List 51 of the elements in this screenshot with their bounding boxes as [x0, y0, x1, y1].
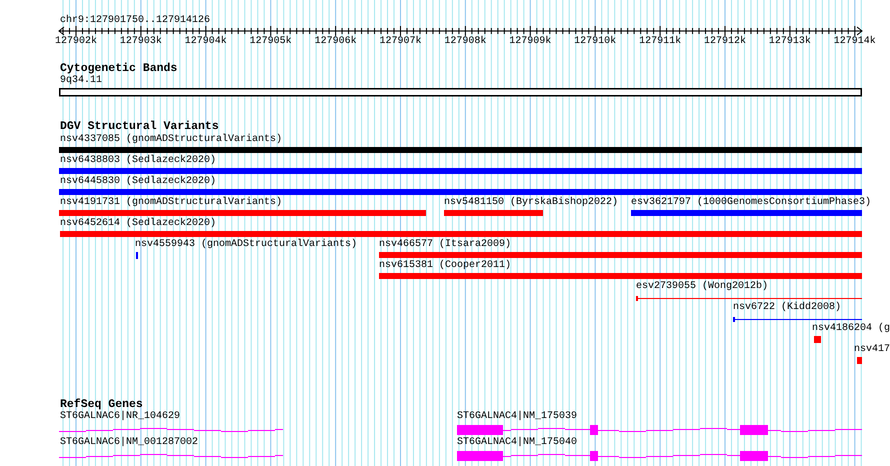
variant-bar[interactable] — [59, 147, 862, 153]
variant-bar[interactable] — [59, 210, 426, 216]
ruler-label: 127910k — [574, 36, 616, 48]
variant-marker[interactable] — [857, 357, 862, 364]
variant-label: nsv6452614 (Sedlazeck2020) — [60, 218, 216, 230]
variant-marker[interactable] — [814, 336, 821, 343]
gene-model-drawing[interactable] — [59, 454, 283, 458]
variant-label: esv3621797 (1000GenomesConsortiumPhase3) — [631, 197, 872, 209]
gene-label: ST6GALNAC4|NM_175039 — [457, 411, 578, 423]
ruler-label: 127906k — [314, 36, 357, 48]
variant-bar[interactable] — [379, 252, 862, 258]
variant-bar[interactable] — [444, 210, 543, 216]
ruler-label: 127905k — [250, 36, 292, 48]
variant-bar[interactable] — [59, 189, 862, 195]
ruler-label: 127903k — [120, 36, 162, 48]
variant-label: nsv4186204 (g — [812, 323, 890, 335]
gene-label: ST6GALNAC4|NM_175040 — [457, 437, 578, 449]
variant-label: nsv4191731 (gnomADStructuralVariants) — [60, 197, 282, 209]
gene-label: ST6GALNAC6|NR_104629 — [60, 411, 180, 423]
variant-label: nsv6722 (Kidd2008) — [733, 302, 842, 314]
ruler-label: 127912k — [704, 36, 746, 48]
variant-bar[interactable] — [59, 168, 862, 174]
variant-label: nsv6445830 (Sedlazeck2020) — [60, 176, 216, 188]
ruler-label: 127909k — [509, 36, 552, 48]
variant-label: nsv615381 (Cooper2011) — [379, 260, 512, 272]
variant-label: nsv417 — [854, 344, 890, 356]
ruler-label: 127914k — [834, 36, 876, 48]
location-text: chr9:127901750..127914126 — [60, 15, 210, 27]
variant-bar[interactable] — [631, 210, 862, 216]
variant-bar[interactable] — [60, 231, 862, 237]
variant-label: nsv4337085 (gnomADStructuralVariants) — [60, 134, 282, 146]
track-title: RefSeq Genes — [60, 398, 143, 411]
gene-model-drawing[interactable] — [59, 428, 283, 432]
variant-label: nsv6438803 (Sedlazeck2020) — [60, 155, 216, 167]
gene-label: ST6GALNAC6|NM_001287002 — [60, 437, 198, 449]
variant-label: nsv5481150 (ByrskaBishop2022) — [444, 197, 618, 209]
gene-model-drawing[interactable] — [457, 425, 862, 435]
ruler-label: 127911k — [639, 36, 682, 48]
variant-label: nsv466577 (Itsara2009) — [379, 239, 512, 251]
ruler-label: 127913k — [768, 36, 811, 48]
variant-bar[interactable] — [379, 273, 862, 279]
ruler-label: 127904k — [184, 36, 227, 48]
band-label: 9q34.11 — [60, 75, 102, 87]
track-title: Cytogenetic Bands — [60, 62, 178, 75]
ruler-label: 127908k — [444, 36, 486, 48]
ruler-label: 127907k — [380, 36, 422, 48]
track-title: DGV Structural Variants — [60, 120, 219, 133]
gene-model-drawing[interactable] — [457, 451, 862, 461]
ruler-label: 127902k — [55, 36, 97, 48]
variant-label: nsv4559943 (gnomADStructuralVariants) — [135, 239, 358, 251]
variant-label: esv2739055 (Wong2012b) — [636, 281, 768, 293]
